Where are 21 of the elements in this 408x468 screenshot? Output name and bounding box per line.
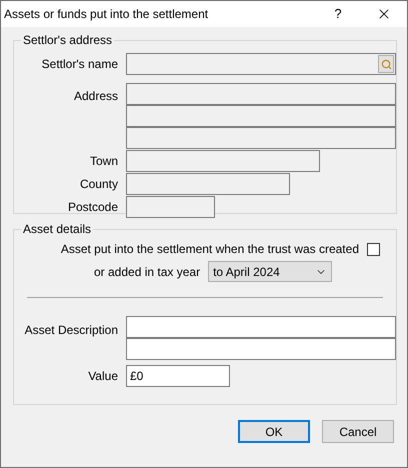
checkbox[interactable] bbox=[367, 242, 380, 256]
help-button[interactable]: ? bbox=[315, 1, 361, 27]
field-label: Settlor's name bbox=[40, 56, 118, 73]
checkbox-label: Asset put into the settlement when the trust was created bbox=[60, 241, 359, 258]
input-field[interactable] bbox=[126, 338, 396, 360]
field-label: Address bbox=[72, 88, 118, 105]
tax-year-dropdown[interactable]: to April 2024 bbox=[208, 261, 332, 282]
field-label: Town bbox=[88, 153, 118, 170]
search-icon bbox=[380, 58, 392, 70]
group-title: Settlor's address bbox=[22, 33, 113, 47]
field-label: or added in tax year bbox=[94, 264, 200, 280]
field-label: Asset Description bbox=[24, 322, 118, 339]
field-label: Postcode bbox=[66, 199, 118, 216]
field-label: Value bbox=[87, 368, 118, 385]
input-field[interactable]: £0 bbox=[126, 365, 230, 387]
group-title: Asset details bbox=[22, 222, 92, 236]
dialog-button[interactable]: Cancel bbox=[322, 420, 394, 443]
input-field[interactable] bbox=[126, 316, 396, 338]
field-label: County bbox=[78, 176, 118, 193]
dialog-button[interactable]: OK bbox=[238, 420, 310, 443]
window-title: Assets or funds put into the settlement bbox=[4, 6, 210, 23]
